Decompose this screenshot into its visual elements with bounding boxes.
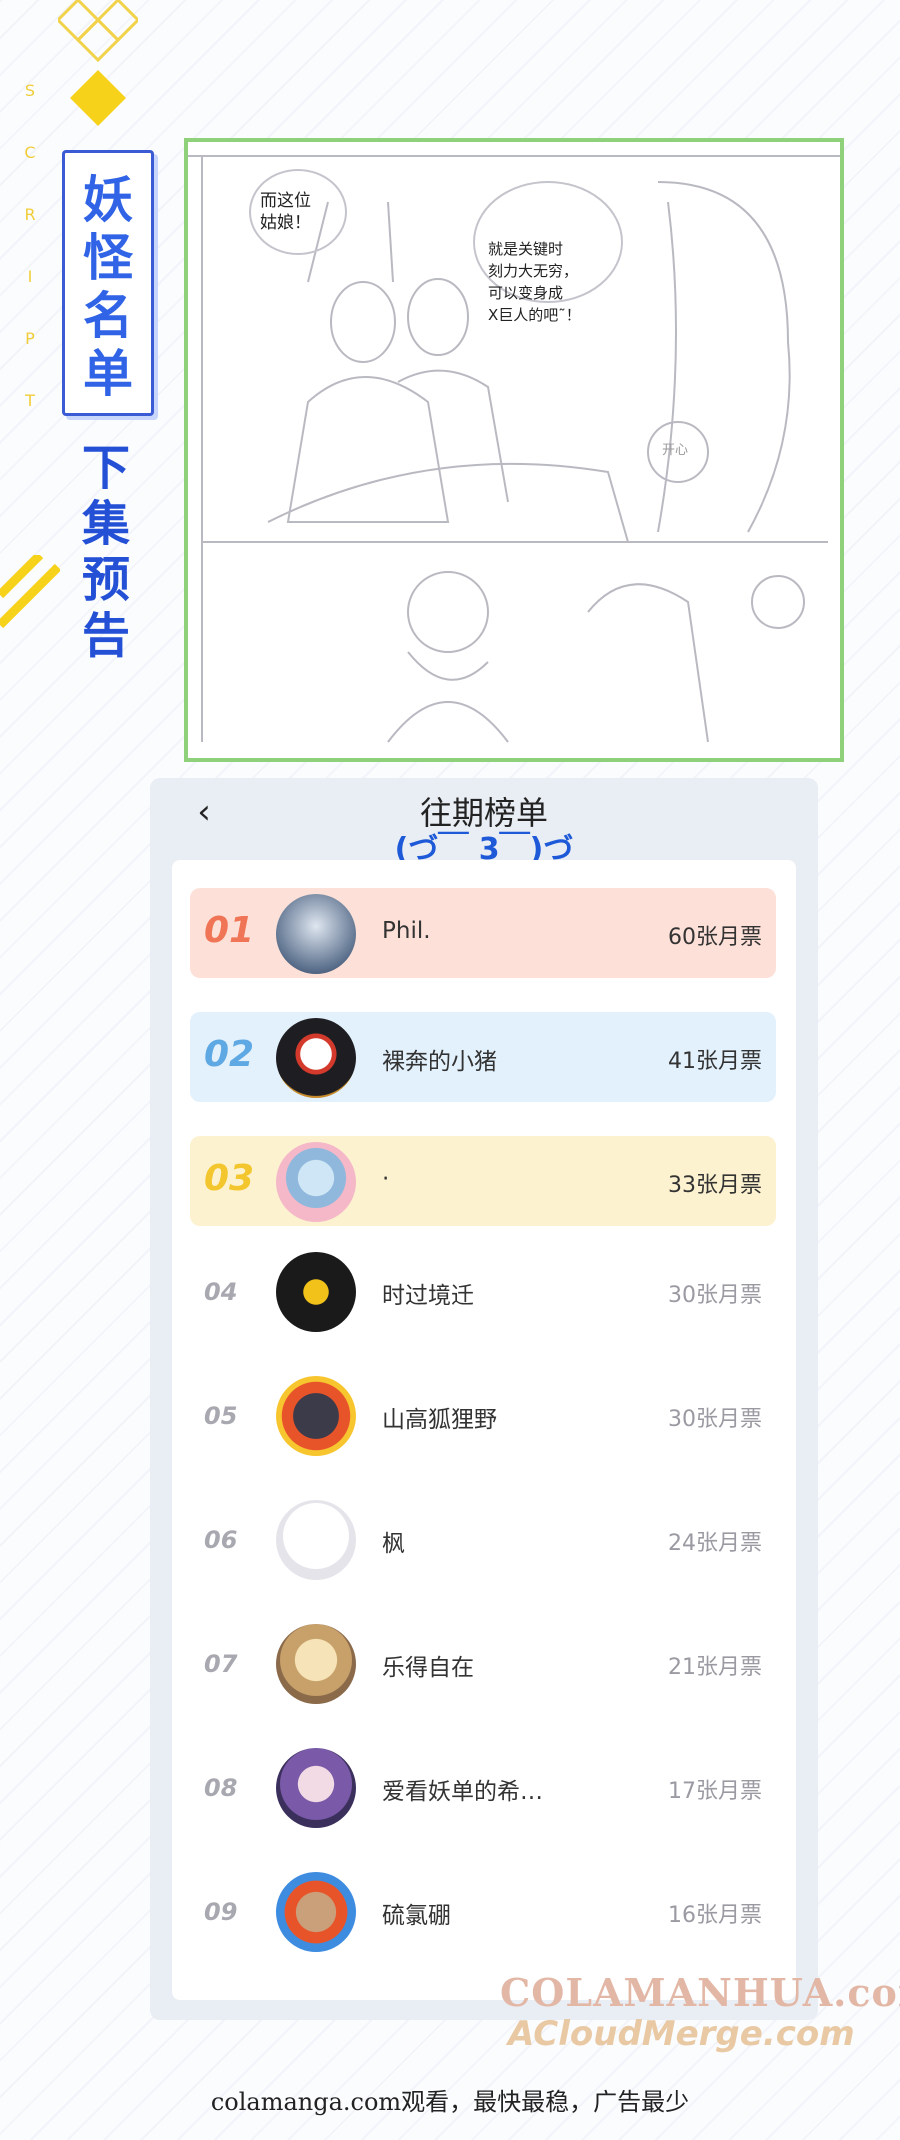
vote-count: 17张月票 <box>668 1779 762 1804</box>
preview-title: 下 集 预 告 <box>76 440 136 664</box>
logo-char: 怪 <box>83 228 133 287</box>
sketch-drawing <box>188 155 840 743</box>
user-name: Phil. <box>382 918 431 944</box>
rank-row-4[interactable]: 04 时过境迁 30张月票 <box>190 1246 776 1336</box>
avatar <box>276 894 356 974</box>
storyboard-sketch: 而这位 姑娘！ 就是关键时 刻力大无穷， 可以变身成 X巨人的吧˜！ 开心 <box>184 138 844 762</box>
rank-number: 05 <box>204 1402 238 1430</box>
avatar <box>276 1018 356 1098</box>
letter: P <box>25 329 35 348</box>
speech-bubble-left: 而这位 姑娘！ <box>260 191 311 233</box>
letter: I <box>27 267 33 286</box>
rank-row-7[interactable]: 07 乐得自在 21张月票 <box>190 1618 776 1708</box>
yellow-stripes-decoration <box>0 555 60 629</box>
vote-count: 60张月票 <box>668 925 762 950</box>
rank-row-3[interactable]: 03 · 33张月票 <box>190 1136 776 1226</box>
logo-char: 名 <box>83 286 133 345</box>
script-vertical-letters: S C R I P T <box>20 60 40 432</box>
rank-row-9[interactable]: 09 硫氯硼 16张月票 <box>190 1866 776 1956</box>
avatar <box>276 1252 356 1332</box>
title-char: 下 <box>81 440 130 496</box>
vote-count: 16张月票 <box>668 1903 762 1928</box>
rank-number: 04 <box>204 1278 238 1306</box>
user-name: 山高狐狸野 <box>382 1407 497 1433</box>
speech-bubble-right: 就是关键时 刻力大无穷， 可以变身成 X巨人的吧˜！ <box>488 240 581 324</box>
rank-number: 08 <box>204 1774 238 1802</box>
avatar <box>276 1376 356 1456</box>
rank-number: 03 <box>204 1158 255 1199</box>
avatar <box>276 1624 356 1704</box>
logo-char: 妖 <box>83 170 133 229</box>
footer-note: colamanga.com观看，最快最稳，广告最少 <box>210 2088 690 2116</box>
logo-char: 单 <box>83 344 133 403</box>
user-name: 裸奔的小猪 <box>382 1049 497 1075</box>
title-char: 预 <box>81 552 130 608</box>
user-name: 爱看妖单的希… <box>382 1779 543 1805</box>
vote-count: 33张月票 <box>668 1173 762 1198</box>
rank-row-2[interactable]: 02 裸奔的小猪 41张月票 <box>190 1012 776 1102</box>
rank-number: 02 <box>204 1034 255 1075</box>
rank-number: 07 <box>204 1650 238 1678</box>
letter: S <box>24 81 36 100</box>
rank-row-8[interactable]: 08 爱看妖单的希… 17张月票 <box>190 1742 776 1832</box>
ranking-card: ‹ 往期榜单 (づ￣ 3￣)づ 01 Phil. 60张月票 02 裸奔的小猪 … <box>150 778 818 2020</box>
user-name: · <box>382 1166 390 1192</box>
vote-count: 24张月票 <box>668 1531 762 1556</box>
rank-number: 01 <box>204 910 255 951</box>
watermark-acloudmerge: ACloudMerge.com <box>508 2014 855 2054</box>
vote-count: 21张月票 <box>668 1655 762 1680</box>
title-char: 告 <box>81 608 130 664</box>
title-char: 集 <box>81 496 130 552</box>
vote-count: 30张月票 <box>668 1283 762 1308</box>
avatar <box>276 1142 356 1222</box>
user-name: 枫 <box>382 1531 405 1557</box>
vote-count: 41张月票 <box>668 1049 762 1074</box>
user-name: 硫氯硼 <box>382 1903 451 1929</box>
rank-row-5[interactable]: 05 山高狐狸野 30张月票 <box>190 1370 776 1460</box>
page: S C R I P T 妖 怪 名 单 下 集 预 告 而这位 姑娘！ 就是关键… <box>0 0 900 2140</box>
rank-row-6[interactable]: 06 枫 24张月票 <box>190 1494 776 1584</box>
user-name: 乐得自在 <box>382 1655 474 1681</box>
watermark-colamanhua: COLAMANHUA.com <box>500 1970 900 2015</box>
rank-number: 06 <box>204 1526 238 1554</box>
series-logo: 妖 怪 名 单 <box>62 150 154 416</box>
logo-text: 妖 怪 名 单 <box>65 171 151 403</box>
user-name: 时过境迁 <box>382 1283 474 1309</box>
rank-number: 09 <box>204 1898 238 1926</box>
small-bubble: 开心 <box>662 443 689 458</box>
avatar <box>276 1872 356 1952</box>
letter: R <box>24 205 36 224</box>
avatar <box>276 1748 356 1828</box>
letter: T <box>25 391 35 410</box>
vote-count: 30张月票 <box>668 1407 762 1432</box>
avatar <box>276 1500 356 1580</box>
rank-row-1[interactable]: 01 Phil. 60张月票 <box>190 888 776 978</box>
letter: C <box>24 143 36 162</box>
diamond-pattern-decoration <box>58 0 138 126</box>
